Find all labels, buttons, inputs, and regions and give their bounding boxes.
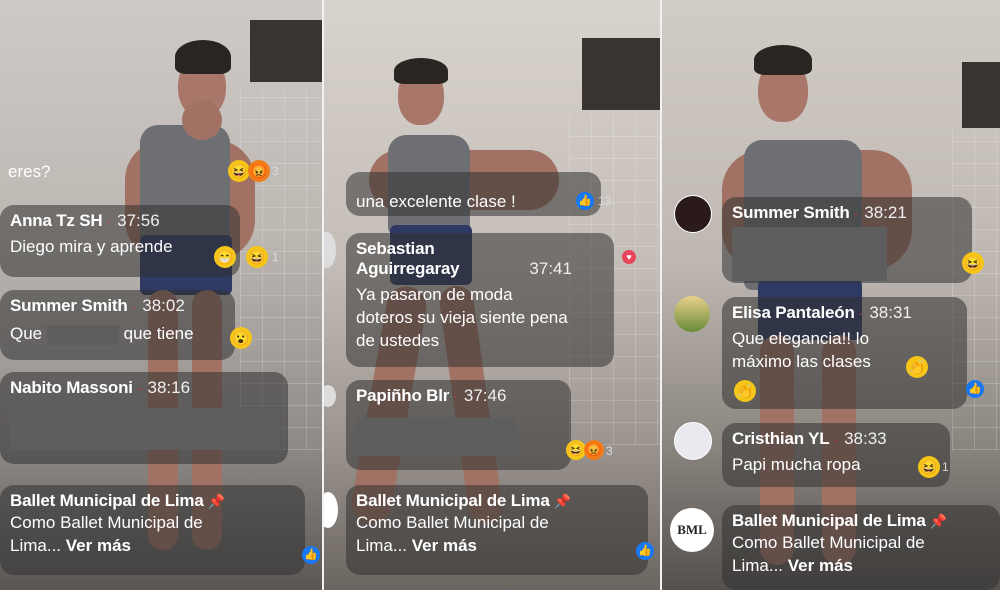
comment-text: Que (10, 324, 43, 343)
redacted-block (356, 418, 516, 456)
commenter-name[interactable]: Papiñho Blr (356, 386, 449, 405)
comment-bubble[interactable]: Summer Smith · 38:21 (722, 197, 972, 283)
redacted-block (732, 227, 887, 281)
commenter-name[interactable]: Summer Smith (10, 296, 128, 315)
angry-emoji-icon: 😡 (584, 440, 604, 460)
comment-text: de ustedes (356, 331, 440, 350)
comment-bubble[interactable]: Nabito Massoni · 38:16 (0, 372, 288, 464)
comment-time: 38:33 (844, 429, 887, 448)
window (582, 38, 660, 110)
comment-bubble[interactable]: Summer Smith · 38:02 Que que tiene (0, 290, 235, 360)
user-avatar[interactable] (674, 296, 710, 332)
see-more-link[interactable]: Ver más (66, 536, 131, 555)
user-avatar[interactable] (324, 385, 336, 407)
comment-bubble[interactable]: Sebastian Aguirregaray 37:41 Ya pasaron d… (346, 233, 614, 367)
clapping-emoji-icon: 👏 (906, 356, 928, 378)
commenter-name[interactable]: Anna Tz SH (10, 211, 103, 230)
window (962, 62, 1000, 128)
page-avatar[interactable] (324, 492, 338, 528)
comment-bubble[interactable]: Anna Tz SH · 37:56 Diego mira y aprende (0, 205, 240, 277)
video-panel-2: una excelente clase ! 👍 13 ♥ Sebastian A… (324, 0, 660, 590)
pinned-comment-bubble[interactable]: Ballet Municipal de Lima 📌 Como Ballet Mu… (346, 485, 648, 575)
commenter-name[interactable]: Ballet Municipal de Lima (356, 491, 550, 510)
commenter-name[interactable]: Elisa Pantaleón (732, 303, 855, 322)
partial-comment-text: eres? (8, 162, 51, 181)
comment-text: Como Ballet Municipal de (732, 533, 925, 552)
redacted-block (46, 324, 119, 345)
pinned-comment-bubble[interactable]: Ballet Municipal de Lima 📌 Como Ballet Mu… (0, 485, 305, 575)
live-video-collage: eres? 😆 😡 3 Anna Tz SH · 37:56 Diego mira … (0, 0, 1000, 590)
user-avatar[interactable] (674, 422, 712, 460)
commenter-name[interactable]: Sebastian (356, 239, 604, 259)
comment-text: Lima... (10, 536, 62, 555)
reaction-count: 3 (272, 164, 279, 178)
laugh-emoji-icon: 😆 (918, 456, 940, 478)
commenter-name[interactable]: Summer Smith (732, 203, 850, 222)
commenter-name[interactable]: Cristhian YL (732, 429, 830, 448)
laugh-emoji-icon: 😆 (228, 160, 250, 182)
reaction-count: 1 (942, 460, 949, 474)
reaction-count: 1 (272, 250, 279, 264)
comment-time: 37:46 (463, 386, 507, 405)
comment-text: Lima... (732, 556, 784, 575)
like-reaction-icon[interactable]: 👍 (302, 546, 320, 564)
grin-emoji-icon: 😁 (214, 246, 236, 268)
redacted-block (10, 408, 280, 450)
laugh-emoji-icon: 😆 (566, 440, 586, 460)
comment-text: Papi mucha ropa (732, 455, 861, 474)
comment-text: Ya pasaron de moda (356, 285, 513, 304)
commenter-name[interactable]: Nabito Massoni (10, 378, 133, 397)
reaction-count: 13 (598, 194, 612, 208)
page-avatar[interactable]: BML (670, 508, 714, 552)
comment-text: una excelente clase ! (356, 192, 516, 211)
pinned-comment-bubble[interactable]: Ballet Municipal de Lima 📌 Como Ballet Mu… (722, 505, 1000, 590)
heart-reaction-icon: ♥ (622, 250, 636, 264)
commenter-name[interactable]: Aguirregaray (356, 259, 460, 278)
video-panel-3: Summer Smith · 38:21 😆 Elisa Pantaleón · 38:… (662, 0, 1000, 590)
reaction-count: 3 (606, 444, 613, 458)
commenter-name[interactable]: Ballet Municipal de Lima (10, 491, 204, 510)
comment-text: que tiene (123, 324, 194, 343)
comment-time: 38:21 (864, 203, 907, 222)
comment-text: Diego mira y aprende (10, 237, 173, 256)
window (250, 20, 322, 82)
see-more-link[interactable]: Ver más (788, 556, 853, 575)
video-panel-1: eres? 😆 😡 3 Anna Tz SH · 37:56 Diego mira … (0, 0, 322, 590)
user-avatar[interactable] (324, 232, 336, 268)
comment-bubble[interactable]: Cristhian YL · 38:33 Papi mucha ropa (722, 423, 950, 487)
laugh-emoji-icon: 😆 (246, 246, 268, 268)
comment-text: Lima... (356, 536, 408, 555)
pin-icon: 📌 (929, 513, 948, 529)
comment-text: doteros su vieja siente pena (356, 308, 568, 327)
like-reaction-icon[interactable]: 👍 (636, 542, 654, 560)
comment-time: 38:31 (869, 303, 912, 322)
comment-bubble[interactable]: Elisa Pantaleón · 38:31 Que elegancia!! lo… (722, 297, 967, 409)
angry-emoji-icon: 😡 (248, 160, 270, 182)
like-reaction-icon[interactable]: 👍 (966, 380, 984, 398)
comment-time: 38:02 (142, 296, 185, 315)
pin-icon: 📌 (207, 493, 226, 509)
comment-text: Como Ballet Municipal de (10, 513, 203, 532)
pin-icon: 📌 (553, 493, 572, 509)
comment-time: 37:41 (529, 259, 572, 278)
comment-text: Como Ballet Municipal de (356, 513, 549, 532)
clapping-emoji-icon: 👏 (734, 380, 756, 402)
wow-emoji-icon: 😮 (230, 327, 252, 349)
comment-bubble[interactable]: Papiñho Blr · 37:46 (346, 380, 571, 470)
like-reaction-icon[interactable]: 👍 (576, 192, 594, 210)
comment-time: 37:56 (117, 211, 160, 230)
comment-bubble[interactable]: una excelente clase ! (346, 172, 601, 216)
laugh-emoji-icon: 😆 (962, 252, 984, 274)
comment-text: Que elegancia!! lo (732, 329, 870, 348)
see-more-link[interactable]: Ver más (412, 536, 477, 555)
comment-time: 38:16 (147, 378, 191, 397)
user-avatar[interactable] (674, 195, 712, 233)
commenter-name[interactable]: Ballet Municipal de Lima (732, 511, 926, 530)
